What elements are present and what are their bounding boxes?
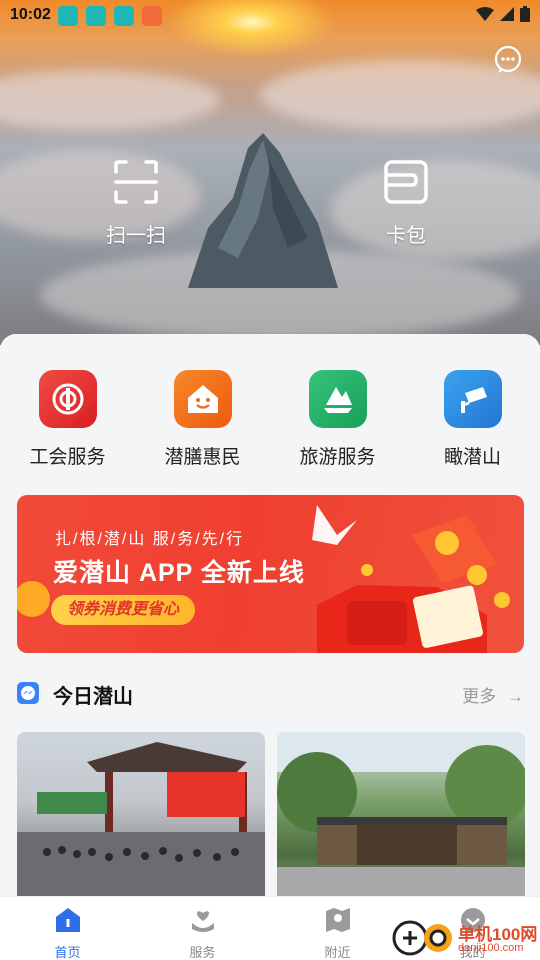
camera-cctv-icon	[443, 370, 502, 428]
signal-icon	[500, 7, 514, 21]
house-smile-icon	[173, 370, 232, 428]
card-wallet-button[interactable]: 卡包	[356, 158, 456, 248]
news-card[interactable]	[277, 732, 525, 907]
service-item-view[interactable]: 瞰潜山	[405, 370, 540, 469]
service-item-trade-union[interactable]: 工会服务	[0, 370, 135, 469]
trade-union-icon	[38, 370, 97, 428]
home-panel: 工会服务 潜膳惠民 旅游服务 瞰潜山 扎/根/潜/山 服/务/先/行 爱潜山 A…	[0, 334, 540, 960]
messenger-icon	[17, 682, 39, 704]
notification-app-icon	[86, 6, 106, 26]
chat-bubble-icon[interactable]	[492, 44, 524, 76]
banner-coupon-pill: 领券消费更省心	[51, 595, 196, 625]
service-hand-icon	[191, 911, 214, 932]
tab-label: 附近	[324, 945, 351, 960]
mountain-photo	[188, 133, 338, 288]
arrow-right-icon: →	[507, 687, 524, 706]
mountain-boat-icon	[308, 370, 367, 428]
notification-app-icon	[142, 6, 162, 26]
more-link[interactable]: 更多 →	[462, 682, 524, 707]
scan-button[interactable]: 扫一扫	[86, 158, 186, 248]
section-title: 今日潜山	[53, 686, 133, 708]
tab-home[interactable]: 首页	[0, 897, 135, 960]
service-label: 潜膳惠民	[164, 447, 241, 468]
tab-label: 服务	[189, 945, 216, 960]
tab-service[interactable]: 服务	[135, 897, 270, 960]
watermark-url: danji100.com	[458, 942, 524, 954]
service-label: 旅游服务	[299, 447, 376, 468]
home-icon	[55, 908, 80, 932]
scan-icon	[114, 160, 158, 204]
notification-app-icon	[58, 6, 78, 26]
banner-title: 爱潜山 APP 全新上线	[53, 559, 305, 587]
card-wallet-icon	[384, 160, 428, 204]
today-section-header: 今日潜山 更多 →	[17, 679, 524, 709]
scan-label: 扫一扫	[106, 225, 166, 247]
status-bar: 10:02	[0, 0, 540, 32]
status-time: 10:02	[10, 6, 51, 23]
more-label: 更多	[462, 687, 497, 706]
service-item-tourism[interactable]: 旅游服务	[270, 370, 405, 469]
promo-banner[interactable]: 扎/根/潜/山 服/务/先/行 爱潜山 APP 全新上线 领券消费更省心	[17, 495, 524, 653]
service-label: 工会服务	[29, 447, 106, 468]
hero-banner: 10:02 扫一扫 卡包	[0, 0, 540, 345]
tab-label: 首页	[54, 945, 81, 960]
news-card[interactable]	[17, 732, 265, 907]
service-item-food[interactable]: 潜膳惠民	[135, 370, 270, 469]
notification-app-icon	[114, 6, 134, 26]
card-wallet-label: 卡包	[386, 225, 426, 247]
news-photo-gate	[277, 732, 525, 907]
wifi-icon	[476, 7, 494, 21]
service-label: 瞰潜山	[443, 447, 501, 468]
news-photo-stage	[17, 742, 265, 907]
battery-icon	[520, 6, 530, 22]
map-pin-icon	[325, 908, 350, 932]
banner-slogan: 扎/根/潜/山 服/务/先/行	[55, 531, 245, 548]
tab-nearby[interactable]: 附近	[270, 897, 405, 960]
service-grid: 工会服务 潜膳惠民 旅游服务 瞰潜山	[0, 370, 540, 469]
